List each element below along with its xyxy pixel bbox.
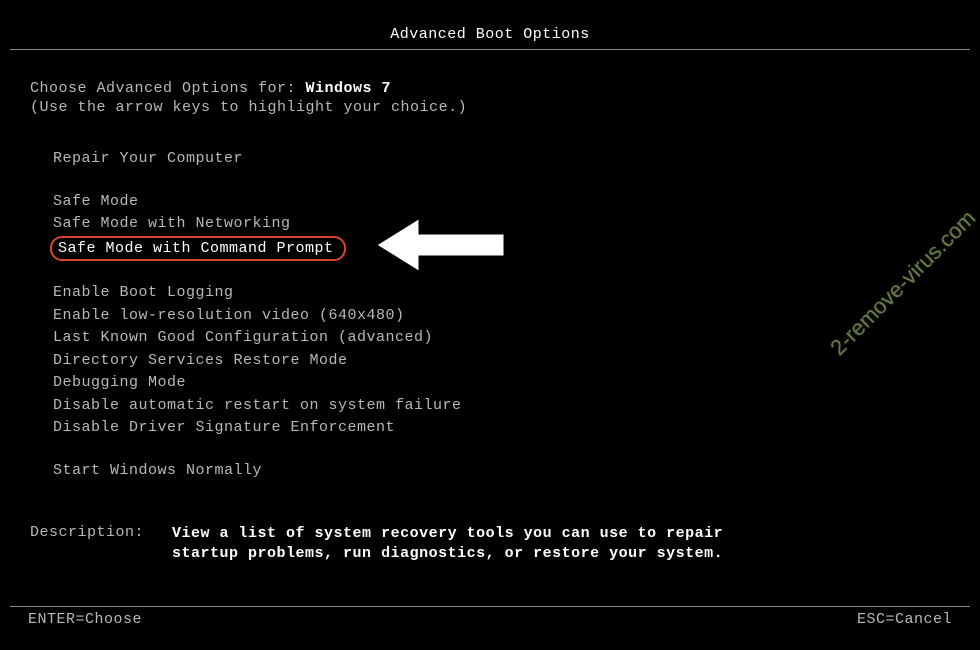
footer-enter-hint: ENTER=Choose xyxy=(28,611,142,628)
description-label: Description: xyxy=(30,524,144,563)
menu-safe-mode-networking[interactable]: Safe Mode with Networking xyxy=(50,213,294,235)
footer: ENTER=Choose ESC=Cancel xyxy=(0,606,980,628)
menu-disable-driver-signature[interactable]: Disable Driver Signature Enforcement xyxy=(50,417,398,439)
menu-repair-computer[interactable]: Repair Your Computer xyxy=(50,148,246,170)
instruction-prefix: Choose Advanced Options for: xyxy=(30,80,306,97)
menu-directory-services-restore[interactable]: Directory Services Restore Mode xyxy=(50,350,351,372)
menu-last-known-good[interactable]: Last Known Good Configuration (advanced) xyxy=(50,327,436,349)
footer-divider xyxy=(10,606,970,607)
menu-debugging-mode[interactable]: Debugging Mode xyxy=(50,372,189,394)
menu-safe-mode-command-prompt[interactable]: Safe Mode with Command Prompt xyxy=(50,236,346,262)
menu-enable-boot-logging[interactable]: Enable Boot Logging xyxy=(50,282,237,304)
instruction-hint: (Use the arrow keys to highlight your ch… xyxy=(30,99,980,116)
menu-safe-mode[interactable]: Safe Mode xyxy=(50,191,142,213)
description-block: Description: View a list of system recov… xyxy=(30,524,980,563)
menu-disable-auto-restart[interactable]: Disable automatic restart on system fail… xyxy=(50,395,465,417)
os-name: Windows 7 xyxy=(306,80,392,97)
page-title: Advanced Boot Options xyxy=(0,0,980,49)
menu-low-res-video[interactable]: Enable low-resolution video (640x480) xyxy=(50,305,408,327)
footer-esc-hint: ESC=Cancel xyxy=(857,611,952,628)
title-divider xyxy=(10,49,970,50)
instruction-line: Choose Advanced Options for: Windows 7 xyxy=(30,80,980,97)
description-text: View a list of system recovery tools you… xyxy=(172,524,732,563)
menu-start-windows-normally[interactable]: Start Windows Normally xyxy=(50,460,265,482)
